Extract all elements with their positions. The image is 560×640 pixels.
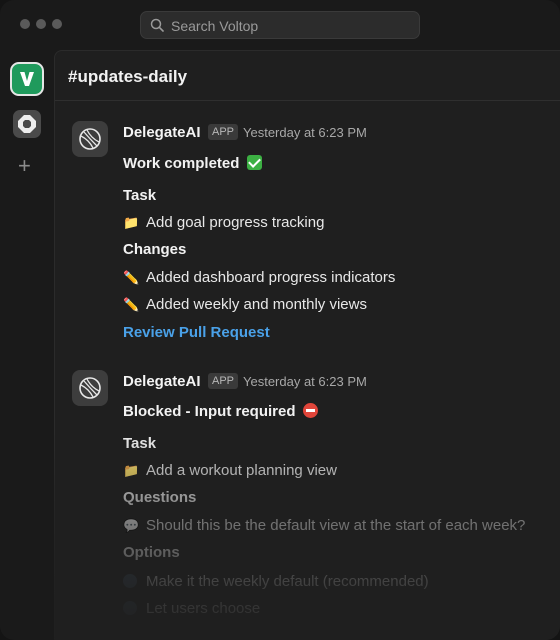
avatar[interactable] [72, 121, 108, 157]
check-mark-icon [246, 155, 262, 170]
channel-view: #updates-daily DelegateAI APP Yesterday … [54, 50, 560, 640]
message-headline: Work completed [123, 153, 262, 172]
avatar[interactable] [72, 370, 108, 406]
section-heading: Questions [123, 489, 197, 506]
change-text: Added weekly and monthly views [146, 296, 367, 313]
timestamp[interactable]: Yesterday at 6:23 PM [243, 125, 367, 140]
delegate-avatar-icon [79, 377, 101, 399]
folder-icon: 📁 [123, 215, 140, 230]
headline-text: Blocked - Input required [123, 403, 296, 420]
task-text: Add goal progress tracking [146, 214, 325, 231]
pencil-icon: ✏️ [123, 297, 140, 312]
timestamp[interactable]: Yesterday at 6:23 PM [243, 374, 367, 389]
option-item[interactable]: Let users choose [123, 599, 260, 617]
section-heading: Task [123, 187, 157, 204]
question-text: Should this be the default view at the s… [146, 517, 526, 534]
app-badge: APP [208, 373, 239, 389]
add-workspace-icon[interactable]: + [18, 155, 31, 177]
task-line: 📁 Add goal progress tracking [123, 214, 324, 231]
headline-text: Work completed [123, 155, 240, 172]
radio-icon[interactable] [123, 601, 137, 615]
change-text: Added dashboard progress indicators [146, 269, 396, 286]
window-control-dot[interactable] [36, 19, 46, 29]
option-item[interactable]: Make it the weekly default (recommended) [123, 572, 429, 590]
section-heading: Changes [123, 241, 187, 258]
option-text: Let users choose [146, 600, 261, 617]
sender-name[interactable]: DelegateAI [123, 373, 201, 390]
radio-icon[interactable] [123, 574, 137, 588]
sender-name[interactable]: DelegateAI [123, 124, 201, 141]
delegate-avatar-icon [79, 128, 101, 150]
change-item: ✏️ Added dashboard progress indicators [123, 269, 395, 286]
search-icon [150, 18, 164, 32]
pencil-icon: ✏️ [123, 270, 140, 285]
section-heading: Task [123, 435, 157, 452]
section-heading: Options [123, 544, 180, 561]
workspace-secondary[interactable] [13, 110, 41, 138]
app-badge: APP [208, 124, 239, 140]
channel-header: #updates-daily [55, 51, 560, 101]
workspace-rail: + [0, 48, 54, 640]
question-line: 💬 Should this be the default view at the … [123, 517, 525, 534]
channel-title: #updates-daily [68, 67, 188, 86]
window-control-dot[interactable] [20, 19, 30, 29]
option-text: Make it the weekly default (recommended) [146, 573, 429, 590]
voltop-logo-icon [20, 72, 34, 86]
search-placeholder: Search Voltop [171, 18, 259, 34]
octagon-workspace-icon [18, 115, 36, 133]
no-entry-icon [302, 403, 318, 418]
workspace-voltop[interactable] [10, 62, 44, 96]
window-control-dot[interactable] [52, 19, 62, 29]
search-input[interactable]: Search Voltop [140, 11, 420, 39]
folder-icon: 📁 [123, 463, 140, 478]
task-line: 📁 Add a workout planning view [123, 462, 337, 479]
title-bar: Search Voltop [0, 0, 560, 48]
review-pull-request-link[interactable]: Review Pull Request [123, 324, 270, 341]
app-window: Search Voltop + #updates-daily DelegateA… [0, 0, 560, 640]
change-item: ✏️ Added weekly and monthly views [123, 296, 367, 313]
speech-bubble-icon: 💬 [123, 518, 140, 533]
message-headline: Blocked - Input required [123, 401, 318, 420]
task-text: Add a workout planning view [146, 462, 337, 479]
